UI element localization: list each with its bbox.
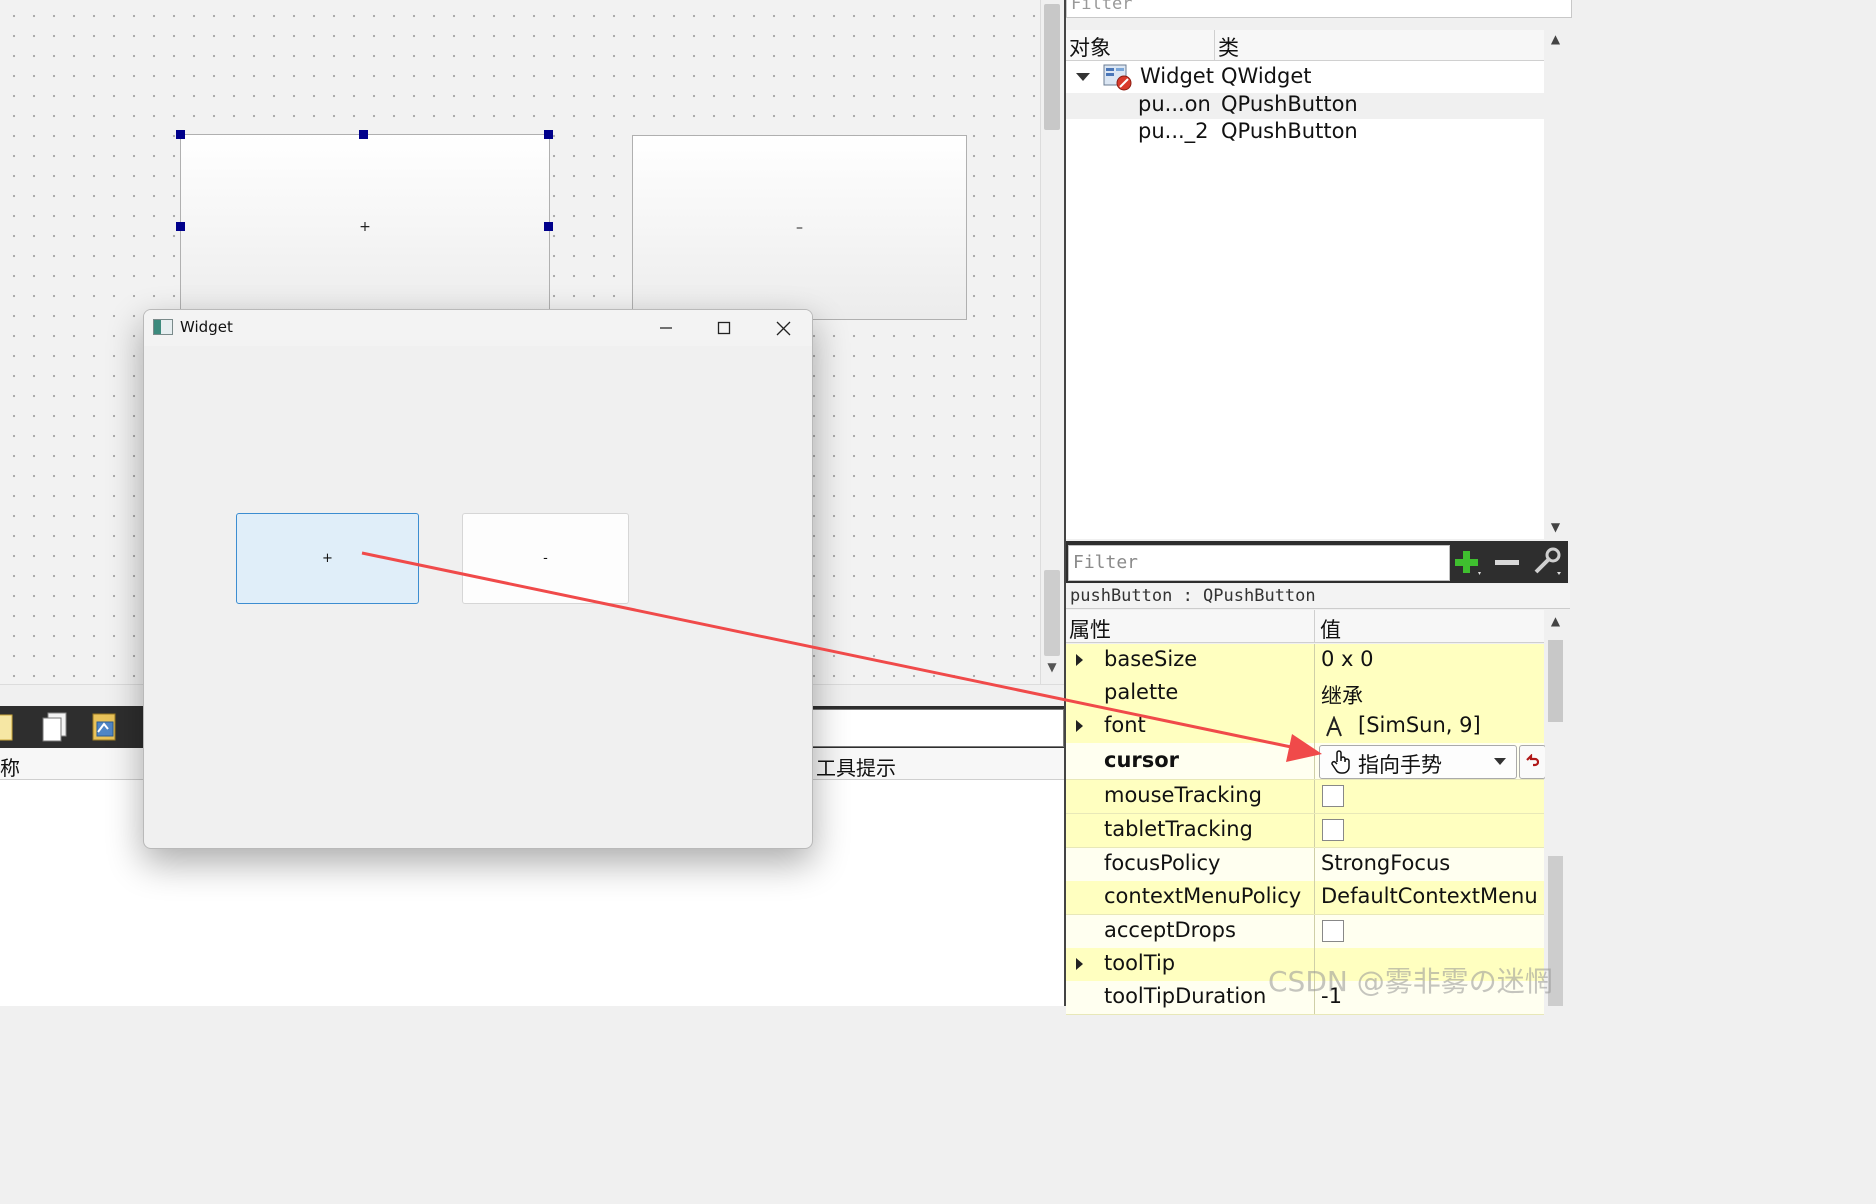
expand-arrow-icon[interactable] (1076, 720, 1083, 732)
window-title-bar[interactable]: Widget (144, 310, 812, 346)
tree-item-name[interactable]: pu..._2 (1138, 119, 1209, 143)
selection-handle[interactable] (544, 222, 553, 231)
selected-object-class: pushButton : QPushButton (1066, 584, 1570, 609)
action-filter-input[interactable] (812, 709, 1064, 747)
acceptdrops-checkbox[interactable] (1322, 920, 1344, 942)
designer-plus-button[interactable]: + (180, 134, 550, 320)
header-name: 称 (0, 756, 20, 780)
close-button[interactable] (754, 310, 812, 346)
tree-item-name[interactable]: Widget (1140, 64, 1214, 88)
tree-item-class[interactable]: QWidget (1221, 64, 1311, 88)
object-tree-scrollbar[interactable]: ▲ ▼ (1545, 30, 1566, 540)
scroll-up-arrow-icon[interactable]: ▲ (1545, 614, 1566, 628)
pointing-hand-icon (1331, 750, 1350, 774)
cursor-combobox[interactable]: 指向手势 (1319, 745, 1517, 779)
property-row-tablettracking[interactable]: tabletTracking (1066, 814, 1544, 848)
selection-handle[interactable] (359, 130, 368, 139)
collapse-arrow-icon[interactable] (1076, 73, 1090, 81)
canvas-scroll-thumb[interactable] (1044, 4, 1060, 130)
new-action-icon[interactable] (0, 710, 20, 744)
reset-property-button[interactable] (1519, 745, 1546, 779)
tree-item-name[interactable]: pu...on (1138, 92, 1211, 116)
property-row-font[interactable]: font [SimSun, 9] (1066, 710, 1544, 744)
property-row-basesize[interactable]: baseSize 0 x 0 (1066, 644, 1544, 678)
header-tooltip: 工具提示 (816, 756, 896, 780)
property-row-acceptdrops[interactable]: acceptDrops (1066, 915, 1544, 949)
tree-item-class[interactable]: QPushButton (1221, 92, 1358, 116)
column-class[interactable]: 类 (1218, 32, 1239, 62)
minimize-button[interactable] (637, 310, 695, 346)
column-object[interactable]: 对象 (1069, 32, 1111, 62)
close-icon (776, 321, 790, 335)
remove-property-icon[interactable] (1492, 548, 1522, 578)
add-property-icon[interactable] (1452, 548, 1484, 578)
column-property[interactable]: 属性 (1069, 614, 1111, 644)
column-value[interactable]: 值 (1320, 614, 1341, 644)
maximize-button[interactable] (695, 310, 753, 346)
tablettracking-checkbox[interactable] (1322, 819, 1344, 841)
minus-push-button[interactable]: - (462, 513, 629, 604)
widget-form-icon (1103, 64, 1132, 91)
maximize-icon (717, 321, 731, 335)
selection-handle[interactable] (176, 130, 185, 139)
scroll-up-arrow-icon[interactable]: ▲ (1545, 32, 1566, 46)
property-table-header: 属性 值 (1066, 610, 1544, 643)
property-row-mousetracking[interactable]: mouseTracking (1066, 780, 1544, 814)
object-filter-input[interactable]: Filter (1066, 0, 1572, 18)
mousetracking-checkbox[interactable] (1322, 785, 1344, 807)
window-app-icon (153, 319, 173, 335)
reset-arrow-icon (1526, 754, 1539, 767)
column-divider (1314, 610, 1315, 642)
font-icon (1326, 716, 1342, 737)
property-scroll-thumb[interactable] (1548, 640, 1563, 722)
property-row-focuspolicy[interactable]: focusPolicy StrongFocus (1066, 848, 1544, 882)
configure-wrench-icon[interactable] (1530, 546, 1564, 578)
copy-action-icon[interactable] (38, 710, 72, 744)
canvas-scroll-thumb[interactable] (1044, 570, 1060, 656)
scroll-down-arrow-icon[interactable]: ▼ (1545, 520, 1566, 534)
expand-arrow-icon[interactable] (1076, 958, 1083, 970)
property-filter-input[interactable]: Filter (1068, 545, 1450, 581)
object-tree-header: 对象 类 (1066, 30, 1544, 61)
property-row-palette[interactable]: palette 继承 (1066, 677, 1544, 711)
expand-arrow-icon[interactable] (1076, 654, 1083, 666)
column-divider (1214, 30, 1215, 60)
scroll-down-arrow-icon[interactable]: ▼ (1043, 660, 1061, 678)
designer-minus-button[interactable]: – (632, 135, 967, 320)
selection-handle[interactable] (176, 222, 185, 231)
window-title: Widget (180, 318, 233, 336)
property-row-contextmenupolicy[interactable]: contextMenuPolicy DefaultContextMenu (1066, 881, 1544, 915)
paste-action-icon[interactable] (88, 710, 122, 744)
dropdown-arrow-icon[interactable] (1494, 758, 1506, 765)
plus-push-button[interactable]: + (236, 513, 419, 604)
minimize-icon (660, 327, 672, 329)
widget-preview-window: Widget + - (143, 309, 813, 849)
tree-item-class[interactable]: QPushButton (1221, 119, 1358, 143)
watermark-text: CSDN @雾非雾の迷惘 (1268, 965, 1553, 998)
selection-handle[interactable] (544, 130, 553, 139)
